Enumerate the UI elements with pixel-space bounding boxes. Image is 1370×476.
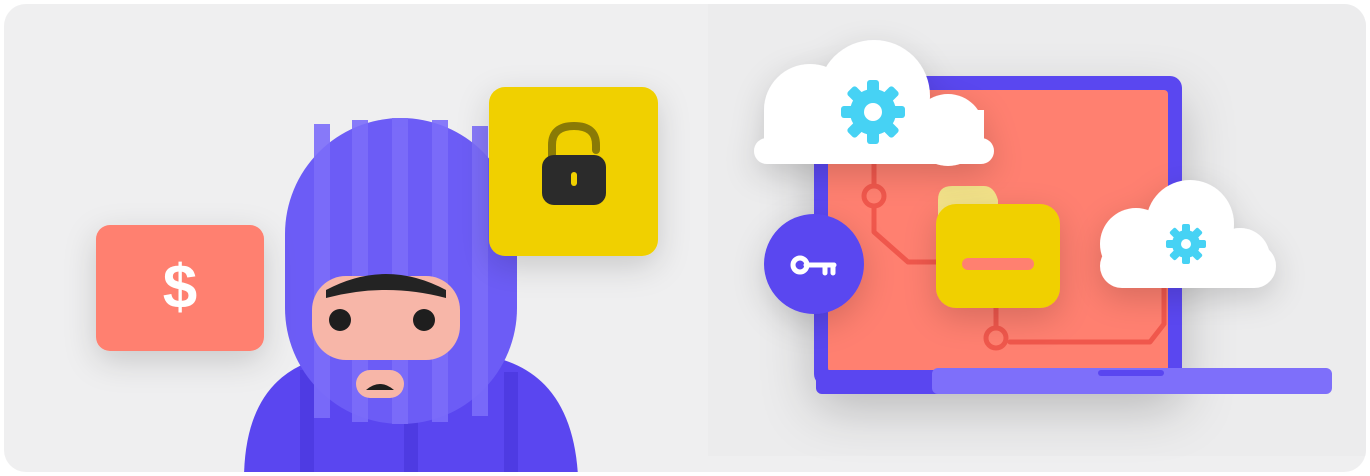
dollar-symbol: $ bbox=[163, 253, 197, 322]
folder-icon bbox=[936, 186, 1060, 308]
key-icon bbox=[764, 214, 864, 314]
gear-icon bbox=[1166, 224, 1206, 264]
security-illustration: $ bbox=[0, 0, 1370, 476]
gear-icon bbox=[841, 80, 905, 144]
illustration-canvas: $ bbox=[4, 4, 1366, 472]
unlocked-padlock-icon bbox=[489, 87, 658, 256]
